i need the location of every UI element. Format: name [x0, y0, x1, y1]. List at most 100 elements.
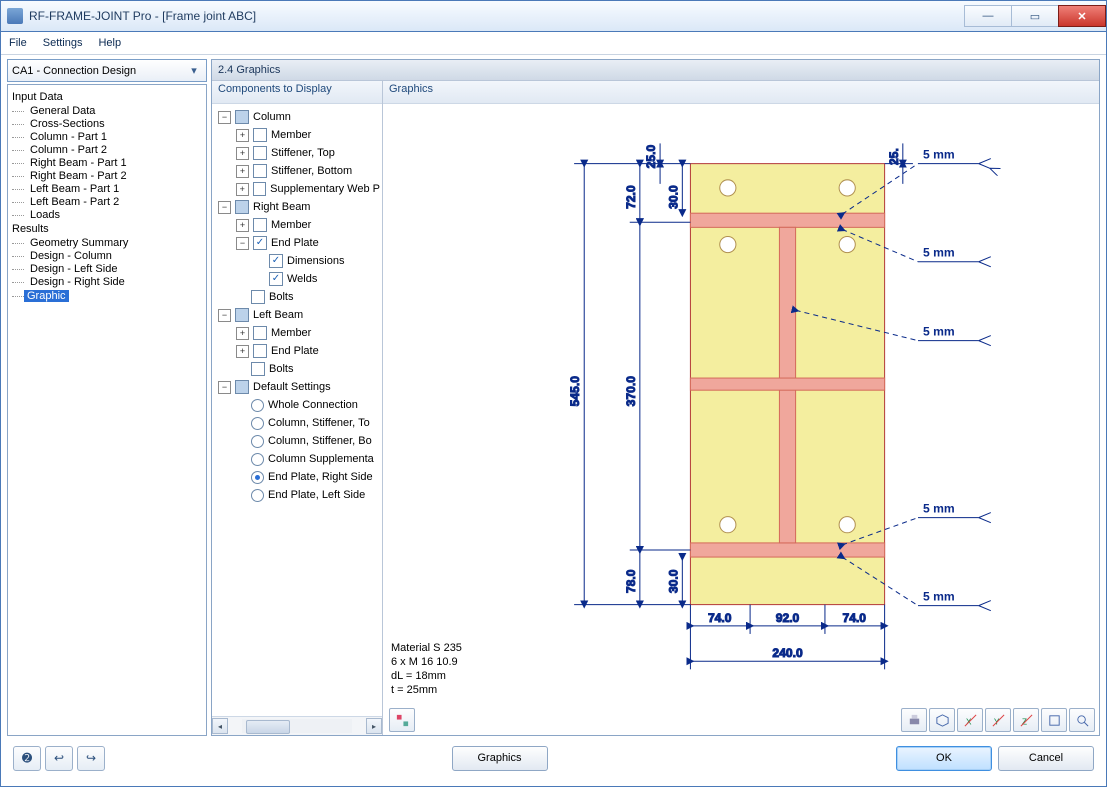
collapse-icon[interactable]: −	[218, 201, 231, 214]
view-x-icon[interactable]: X	[957, 708, 983, 732]
tree-member[interactable]: Member	[271, 219, 311, 231]
tree-defaults[interactable]: Default Settings	[253, 381, 331, 393]
radio-selected[interactable]	[251, 471, 264, 484]
collapse-icon[interactable]: −	[218, 111, 231, 124]
tree-column[interactable]: Column	[253, 111, 291, 123]
tree-default-item[interactable]: Column Supplementa	[268, 453, 374, 465]
checkbox[interactable]: ✓	[269, 254, 283, 268]
tree-end-plate[interactable]: End Plate	[271, 237, 319, 249]
checkbox[interactable]	[253, 326, 267, 340]
tree-end-plate[interactable]: End Plate	[271, 345, 319, 357]
expand-icon[interactable]: +	[236, 345, 249, 358]
scroll-thumb[interactable]	[246, 720, 290, 734]
scroll-left-icon[interactable]: ◂	[212, 718, 228, 734]
checkbox[interactable]	[253, 128, 267, 142]
scroll-right-icon[interactable]: ▸	[366, 718, 382, 734]
tree-default-item[interactable]: Whole Connection	[268, 399, 358, 411]
print-icon[interactable]	[901, 708, 927, 732]
checkbox[interactable]: ✓	[253, 236, 267, 250]
menu-settings[interactable]: Settings	[43, 37, 83, 49]
nav-item[interactable]: Left Beam - Part 2	[24, 196, 204, 208]
nav-item[interactable]: Cross-Sections	[24, 118, 204, 130]
checkbox[interactable]: ✓	[269, 272, 283, 286]
nav-item[interactable]: Right Beam - Part 2	[24, 170, 204, 182]
checkbox[interactable]	[251, 362, 265, 376]
tree-default-item[interactable]: Column, Stiffener, Bo	[268, 435, 372, 447]
checkbox[interactable]	[235, 380, 249, 394]
expand-icon[interactable]: +	[236, 327, 249, 340]
checkbox[interactable]	[251, 290, 265, 304]
collapse-icon[interactable]: −	[218, 309, 231, 322]
checkbox[interactable]	[235, 110, 249, 124]
tree-welds[interactable]: Welds	[287, 273, 317, 285]
zoom-extent-icon[interactable]	[1069, 708, 1095, 732]
nav-item[interactable]: Design - Left Side	[24, 263, 204, 275]
tree-bolts[interactable]: Bolts	[269, 363, 293, 375]
next-button[interactable]: ↪	[77, 746, 105, 771]
radio[interactable]	[251, 417, 264, 430]
close-button[interactable]: ✕	[1058, 5, 1106, 27]
collapse-icon[interactable]: −	[236, 237, 249, 250]
checkbox[interactable]	[253, 218, 267, 232]
components-tree[interactable]: − Column + Member + Stiffener, Top + Stiffen…	[212, 104, 382, 716]
checkbox[interactable]	[253, 344, 267, 358]
maximize-button[interactable]: ▭	[1011, 5, 1059, 27]
tree-left-beam[interactable]: Left Beam	[253, 309, 303, 321]
tree-stiffener-top[interactable]: Stiffener, Top	[271, 147, 335, 159]
scrollbar-horizontal[interactable]: ◂ ▸	[212, 716, 382, 735]
nav-tree[interactable]: Input Data General Data Cross-Sections C…	[7, 84, 207, 736]
tree-member[interactable]: Member	[271, 129, 311, 141]
menu-file[interactable]: File	[9, 37, 27, 49]
nav-item[interactable]: Geometry Summary	[24, 237, 204, 249]
view-iso-icon[interactable]	[929, 708, 955, 732]
cancel-button[interactable]: Cancel	[998, 746, 1094, 771]
nav-item-selected[interactable]: Graphic	[24, 290, 69, 302]
tree-default-item[interactable]: Column, Stiffener, To	[268, 417, 370, 429]
checkbox[interactable]	[253, 182, 267, 196]
expand-icon[interactable]: +	[236, 147, 249, 160]
tree-bolts[interactable]: Bolts	[269, 291, 293, 303]
nav-item[interactable]: Loads	[24, 209, 204, 221]
toggle-icon[interactable]	[389, 708, 415, 732]
case-dropdown[interactable]: CA1 - Connection Design ▾	[7, 59, 207, 82]
radio[interactable]	[251, 399, 264, 412]
tree-supp-web[interactable]: Supplementary Web P	[270, 183, 380, 195]
nav-item[interactable]: Left Beam - Part 1	[24, 183, 204, 195]
expand-icon[interactable]: +	[236, 219, 249, 232]
collapse-icon[interactable]: −	[218, 381, 231, 394]
radio[interactable]	[251, 453, 264, 466]
nav-item[interactable]: Design - Right Side	[24, 276, 204, 288]
tree-right-beam[interactable]: Right Beam	[253, 201, 310, 213]
svg-text:370.0: 370.0	[624, 376, 638, 407]
expand-icon[interactable]: +	[236, 183, 249, 196]
checkbox[interactable]	[253, 146, 267, 160]
help-button[interactable]: ➋	[13, 746, 41, 771]
tree-default-item[interactable]: End Plate, Left Side	[268, 489, 365, 501]
checkbox[interactable]	[235, 200, 249, 214]
menu-help[interactable]: Help	[98, 37, 121, 49]
expand-icon[interactable]: +	[236, 165, 249, 178]
radio[interactable]	[251, 435, 264, 448]
nav-item[interactable]: Right Beam - Part 1	[24, 157, 204, 169]
minimize-button[interactable]: —	[964, 5, 1012, 27]
expand-icon[interactable]: +	[236, 129, 249, 142]
tree-dimensions[interactable]: Dimensions	[287, 255, 344, 267]
view-cube-icon[interactable]	[1041, 708, 1067, 732]
checkbox[interactable]	[253, 164, 267, 178]
tree-member[interactable]: Member	[271, 327, 311, 339]
nav-item[interactable]: Design - Column	[24, 250, 204, 262]
nav-item[interactable]: Column - Part 2	[24, 144, 204, 156]
nav-input-hdr: Input Data	[12, 91, 202, 103]
nav-item[interactable]: Column - Part 1	[24, 131, 204, 143]
graphics-canvas[interactable]: 545.0 370.0 72.0	[383, 104, 1099, 705]
checkbox[interactable]	[235, 308, 249, 322]
view-z-icon[interactable]: Z	[1013, 708, 1039, 732]
prev-button[interactable]: ↩	[45, 746, 73, 771]
nav-item[interactable]: General Data	[24, 105, 204, 117]
ok-button[interactable]: OK	[896, 746, 992, 771]
tree-default-item[interactable]: End Plate, Right Side	[268, 471, 373, 483]
tree-stiffener-bottom[interactable]: Stiffener, Bottom	[271, 165, 352, 177]
view-y-icon[interactable]: Y	[985, 708, 1011, 732]
graphics-button[interactable]: Graphics	[452, 746, 548, 771]
radio[interactable]	[251, 489, 264, 502]
